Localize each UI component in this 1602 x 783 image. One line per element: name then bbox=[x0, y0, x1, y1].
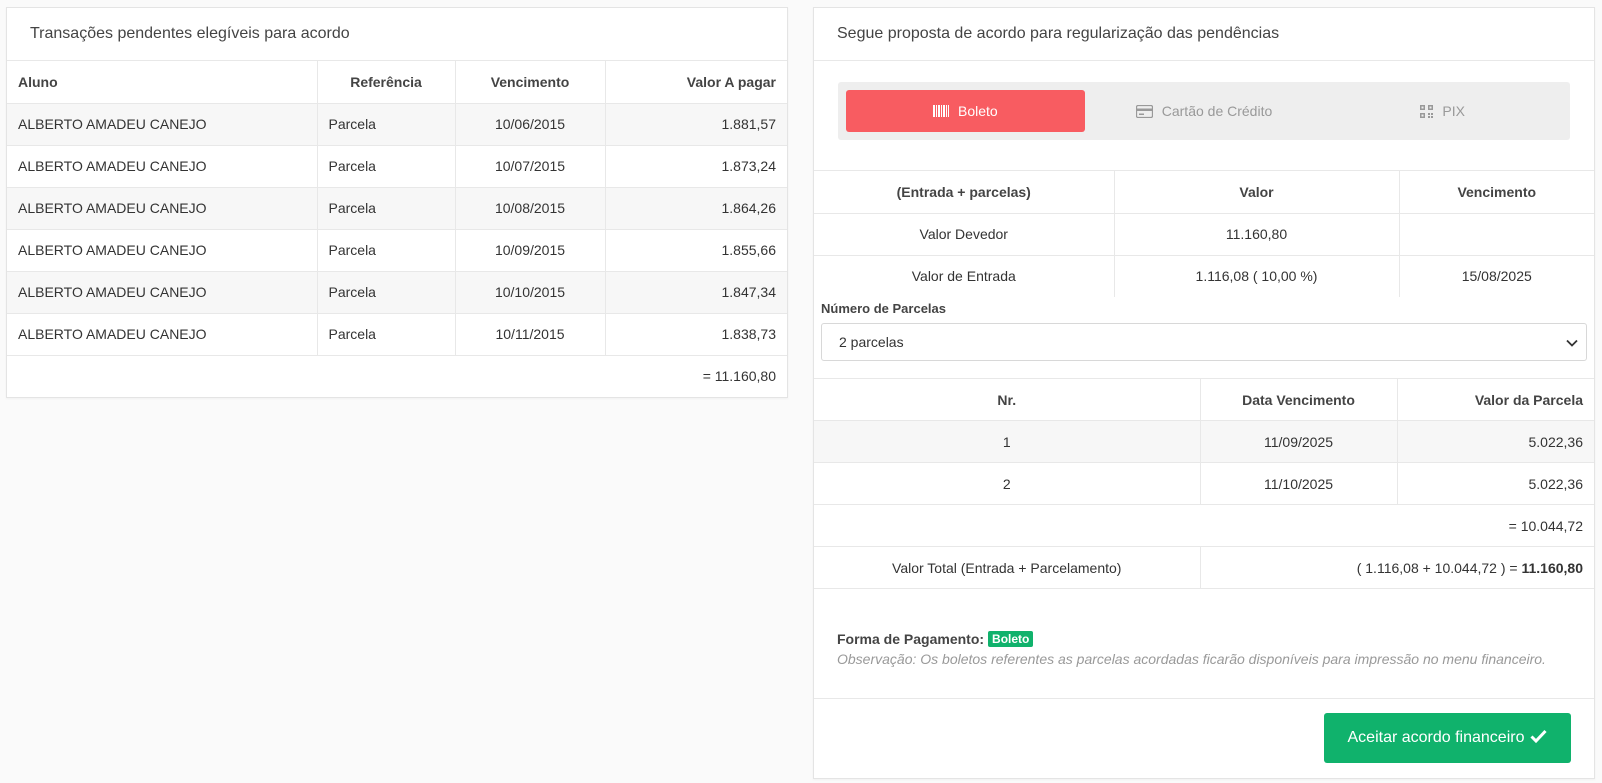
table-row: ALBERTO AMADEU CANEJO Parcela 10/10/2015… bbox=[7, 271, 787, 314]
table-row: Valor de Entrada 1.116,08 ( 10,00 %) 15/… bbox=[814, 255, 1594, 297]
grand-total-expression: ( 1.116,08 + 10.044,72 ) = 11.160,80 bbox=[1200, 546, 1594, 589]
barcode-icon bbox=[932, 105, 949, 117]
credit-card-icon bbox=[1135, 104, 1153, 118]
total-row: = 11.160,80 bbox=[7, 355, 787, 397]
installment-value: 5.022,36 bbox=[1397, 420, 1594, 463]
cell-aluno: ALBERTO AMADEU CANEJO bbox=[7, 313, 318, 356]
cell-vencimento: 10/09/2015 bbox=[455, 229, 606, 272]
cell-aluno: ALBERTO AMADEU CANEJO bbox=[7, 145, 318, 188]
cell-referencia: Parcela bbox=[317, 145, 456, 188]
installments-subtotal-row: = 10.044,72 bbox=[814, 504, 1594, 547]
summary-label: Valor de Entrada bbox=[814, 255, 1115, 297]
cell-referencia: Parcela bbox=[317, 271, 456, 314]
payment-method-label: Forma de Pagamento: bbox=[837, 631, 985, 647]
grand-total-value: 11.160,80 bbox=[1521, 559, 1583, 576]
pending-total: = 11.160,80 bbox=[7, 355, 787, 397]
summary-value: 1.116,08 ( 10,00 %) bbox=[1114, 255, 1400, 297]
installments-count-label: Número de Parcelas bbox=[821, 301, 947, 316]
installments-select-value: 2 parcelas bbox=[839, 334, 904, 350]
table-row: ALBERTO AMADEU CANEJO Parcela 10/06/2015… bbox=[7, 103, 787, 146]
cell-referencia: Parcela bbox=[317, 187, 456, 230]
accept-agreement-button[interactable]: Aceitar acordo financeiro bbox=[1324, 713, 1571, 763]
qrcode-icon bbox=[1420, 104, 1434, 118]
table-row: Valor Devedor 11.160,80 bbox=[814, 213, 1594, 256]
cell-vencimento: 10/11/2015 bbox=[455, 313, 606, 356]
tab-boleto-label: Boleto bbox=[957, 103, 998, 119]
table-row: ALBERTO AMADEU CANEJO Parcela 10/09/2015… bbox=[7, 229, 787, 272]
column-header-valor-parcela: Valor da Parcela bbox=[1397, 378, 1594, 421]
agreement-summary-table: (Entrada + parcelas) Valor Vencimento Va… bbox=[814, 171, 1594, 297]
cell-valor: 1.855,66 bbox=[605, 229, 787, 272]
chevron-down-icon bbox=[1566, 334, 1578, 350]
cell-valor: 1.847,34 bbox=[605, 271, 787, 314]
installments-table: Nr. Data Vencimento Valor da Parcela 1 1… bbox=[814, 378, 1594, 589]
cell-vencimento: 10/07/2015 bbox=[455, 145, 606, 188]
installment-due-date: 11/10/2025 bbox=[1200, 462, 1398, 505]
cell-vencimento: 10/06/2015 bbox=[455, 103, 606, 146]
column-header-valor: Valor A pagar bbox=[605, 61, 787, 104]
cell-aluno: ALBERTO AMADEU CANEJO bbox=[7, 229, 318, 272]
tab-boleto[interactable]: Boleto bbox=[846, 90, 1085, 132]
cell-referencia: Parcela bbox=[317, 229, 456, 272]
summary-value: 11.160,80 bbox=[1114, 213, 1400, 256]
agreement-proposal-panel: Segue proposta de acordo para regulariza… bbox=[813, 7, 1595, 779]
agreement-proposal-title: Segue proposta de acordo para regulariza… bbox=[814, 8, 1594, 61]
installments-subtotal: = 10.044,72 bbox=[814, 504, 1594, 547]
column-header-nr: Nr. bbox=[814, 378, 1201, 421]
payment-method-tabs: Boleto Cartão de Crédito PIX bbox=[838, 82, 1570, 140]
summary-due-date bbox=[1399, 213, 1594, 256]
payment-method-tabs-container: Boleto Cartão de Crédito PIX bbox=[814, 61, 1594, 171]
table-row: ALBERTO AMADEU CANEJO Parcela 10/07/2015… bbox=[7, 145, 787, 188]
table-row: ALBERTO AMADEU CANEJO Parcela 10/11/2015… bbox=[7, 313, 787, 356]
cell-aluno: ALBERTO AMADEU CANEJO bbox=[7, 103, 318, 146]
observation-text: Observação: Os boletos referentes as par… bbox=[837, 651, 1546, 667]
cell-valor: 1.838,73 bbox=[605, 313, 787, 356]
cell-aluno: ALBERTO AMADEU CANEJO bbox=[7, 271, 318, 314]
table-row: ALBERTO AMADEU CANEJO Parcela 10/08/2015… bbox=[7, 187, 787, 230]
grand-total-row: Valor Total (Entrada + Parcelamento) ( 1… bbox=[814, 546, 1594, 589]
column-header-entrada-parcelas: (Entrada + parcelas) bbox=[814, 171, 1115, 214]
cell-valor: 1.864,26 bbox=[605, 187, 787, 230]
tab-cartao-label: Cartão de Crédito bbox=[1161, 103, 1273, 119]
column-header-vencimento: Vencimento bbox=[455, 61, 606, 104]
summary-due-date: 15/08/2025 bbox=[1461, 268, 1532, 285]
cell-aluno: ALBERTO AMADEU CANEJO bbox=[7, 187, 318, 230]
pending-transactions-title: Transações pendentes elegíveis para acor… bbox=[7, 8, 787, 61]
accept-agreement-label: Aceitar acordo financeiro bbox=[1347, 729, 1525, 746]
cell-vencimento: 10/10/2015 bbox=[455, 271, 606, 314]
pending-transactions-panel: Transações pendentes elegíveis para acor… bbox=[6, 7, 788, 398]
installment-due-date: 11/09/2025 bbox=[1200, 420, 1398, 463]
payment-method-line: Forma de Pagamento: Boleto bbox=[837, 631, 1571, 647]
grand-total-label: Valor Total (Entrada + Parcelamento) bbox=[814, 546, 1201, 589]
tab-pix-label: PIX bbox=[1442, 103, 1465, 119]
installment-number: 1 bbox=[814, 420, 1201, 463]
table-row: 2 11/10/2025 5.022,36 bbox=[814, 462, 1594, 505]
installments-select[interactable]: 2 parcelas bbox=[821, 323, 1587, 361]
grand-total-formula: ( 1.116,08 + 10.044,72 ) = bbox=[1356, 559, 1522, 576]
table-row: 1 11/09/2025 5.022,36 bbox=[814, 420, 1594, 463]
payment-method-badge: Boleto bbox=[988, 631, 1034, 647]
check-icon bbox=[1530, 729, 1548, 748]
cell-referencia: Parcela bbox=[317, 313, 456, 356]
cell-vencimento: 10/08/2015 bbox=[455, 187, 606, 230]
column-header-aluno: Aluno bbox=[7, 61, 318, 104]
pending-transactions-table: Aluno Referência Vencimento Valor A paga… bbox=[7, 61, 787, 397]
tab-pix[interactable]: PIX bbox=[1323, 90, 1562, 132]
payment-info: Forma de Pagamento: Boleto Observação: O… bbox=[814, 589, 1594, 667]
cell-valor: 1.873,24 bbox=[605, 145, 787, 188]
tab-cartao-de-credito[interactable]: Cartão de Crédito bbox=[1085, 90, 1324, 132]
column-header-data-vencimento: Data Vencimento bbox=[1200, 378, 1398, 421]
installment-value: 5.022,36 bbox=[1397, 462, 1594, 505]
installment-number: 2 bbox=[814, 462, 1201, 505]
column-header-vencimento: Vencimento bbox=[1399, 171, 1594, 214]
cell-valor: 1.881,57 bbox=[605, 103, 787, 146]
panel-footer: Aceitar acordo financeiro bbox=[814, 698, 1594, 778]
column-header-referencia: Referência bbox=[317, 61, 456, 104]
column-header-valor: Valor bbox=[1114, 171, 1400, 214]
summary-label: Valor Devedor bbox=[814, 213, 1115, 256]
cell-referencia: Parcela bbox=[317, 103, 456, 146]
